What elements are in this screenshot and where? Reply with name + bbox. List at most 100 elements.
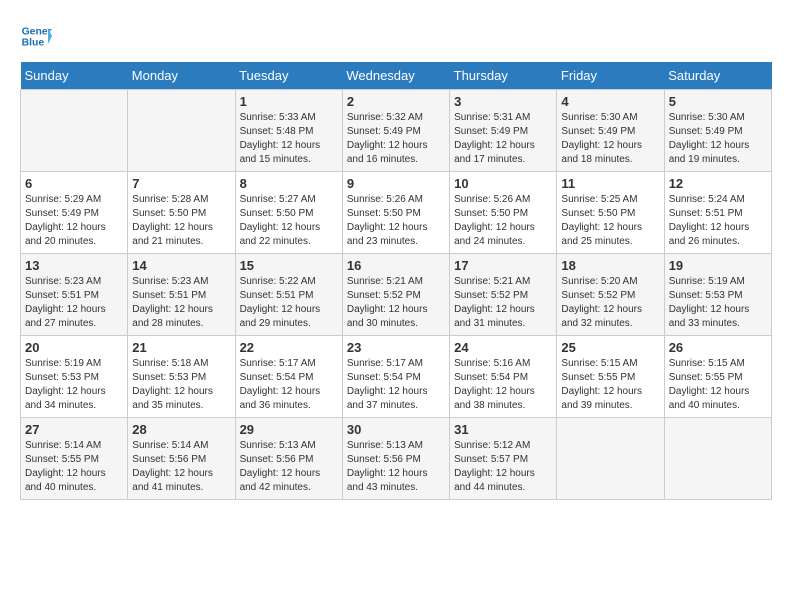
day-number: 9 — [347, 176, 445, 191]
day-number: 30 — [347, 422, 445, 437]
day-number: 21 — [132, 340, 230, 355]
calendar-cell: 1 Sunrise: 5:33 AM Sunset: 5:48 PM Daylig… — [235, 90, 342, 172]
day-info: Sunrise: 5:26 AM Sunset: 5:50 PM Dayligh… — [347, 193, 445, 249]
day-info: Sunrise: 5:23 AM Sunset: 5:51 PM Dayligh… — [25, 275, 123, 331]
day-number: 25 — [561, 340, 659, 355]
calendar-cell — [557, 418, 664, 500]
day-number: 5 — [669, 94, 767, 109]
calendar-cell: 28Sunrise: 5:14 AM Sunset: 5:56 PM Dayli… — [128, 418, 235, 500]
weekday-header-thursday: Thursday — [450, 62, 557, 90]
weekday-header-tuesday: Tuesday — [235, 62, 342, 90]
calendar-cell: 23Sunrise: 5:17 AM Sunset: 5:54 PM Dayli… — [342, 336, 449, 418]
svg-text:General: General — [22, 26, 52, 37]
day-info: Sunrise: 5:21 AM Sunset: 5:52 PM Dayligh… — [454, 275, 552, 331]
day-info: Sunrise: 5:31 AM Sunset: 5:49 PM Dayligh… — [454, 111, 552, 167]
day-number: 14 — [132, 258, 230, 273]
day-number: 15 — [240, 258, 338, 273]
day-info: Sunrise: 5:26 AM Sunset: 5:50 PM Dayligh… — [454, 193, 552, 249]
day-number: 10 — [454, 176, 552, 191]
day-number: 6 — [25, 176, 123, 191]
day-number: 4 — [561, 94, 659, 109]
svg-text:Blue: Blue — [22, 38, 45, 49]
day-number: 16 — [347, 258, 445, 273]
day-info: Sunrise: 5:25 AM Sunset: 5:50 PM Dayligh… — [561, 193, 659, 249]
day-info: Sunrise: 5:30 AM Sunset: 5:49 PM Dayligh… — [669, 111, 767, 167]
day-number: 24 — [454, 340, 552, 355]
day-info: Sunrise: 5:20 AM Sunset: 5:52 PM Dayligh… — [561, 275, 659, 331]
day-number: 7 — [132, 176, 230, 191]
day-number: 22 — [240, 340, 338, 355]
weekday-header-monday: Monday — [128, 62, 235, 90]
calendar-cell: 26 Sunrise: 5:15 AM Sunset: 5:55 PM Dayli… — [664, 336, 771, 418]
day-info: Sunrise: 5:32 AM Sunset: 5:49 PM Dayligh… — [347, 111, 445, 167]
day-number: 27 — [25, 422, 123, 437]
day-info: Sunrise: 5:27 AM Sunset: 5:50 PM Dayligh… — [240, 193, 338, 249]
calendar-cell: 25 Sunrise: 5:15 AM Sunset: 5:55 PM Dayli… — [557, 336, 664, 418]
calendar-week-3: 13Sunrise: 5:23 AM Sunset: 5:51 PM Dayli… — [21, 254, 772, 336]
calendar-cell: 14 Sunrise: 5:23 AM Sunset: 5:51 PM Dayli… — [128, 254, 235, 336]
calendar-week-5: 27 Sunrise: 5:14 AM Sunset: 5:55 PM Dayli… — [21, 418, 772, 500]
calendar-cell: 29Sunrise: 5:13 AM Sunset: 5:56 PM Dayli… — [235, 418, 342, 500]
logo-icon: General Blue — [20, 20, 52, 52]
day-number: 28 — [132, 422, 230, 437]
calendar-cell: 16 Sunrise: 5:21 AM Sunset: 5:52 PM Dayli… — [342, 254, 449, 336]
day-info: Sunrise: 5:15 AM Sunset: 5:55 PM Dayligh… — [669, 357, 767, 413]
day-number: 12 — [669, 176, 767, 191]
day-info: Sunrise: 5:28 AM Sunset: 5:50 PM Dayligh… — [132, 193, 230, 249]
day-info: Sunrise: 5:22 AM Sunset: 5:51 PM Dayligh… — [240, 275, 338, 331]
day-number: 26 — [669, 340, 767, 355]
day-number: 11 — [561, 176, 659, 191]
calendar-cell: 7 Sunrise: 5:28 AM Sunset: 5:50 PM Daylig… — [128, 172, 235, 254]
calendar-cell: 17 Sunrise: 5:21 AM Sunset: 5:52 PM Dayli… — [450, 254, 557, 336]
calendar-week-2: 6 Sunrise: 5:29 AM Sunset: 5:49 PM Daylig… — [21, 172, 772, 254]
calendar-cell: 24 Sunrise: 5:16 AM Sunset: 5:54 PM Dayli… — [450, 336, 557, 418]
day-number: 2 — [347, 94, 445, 109]
calendar-cell: 30 Sunrise: 5:13 AM Sunset: 5:56 PM Dayli… — [342, 418, 449, 500]
day-number: 18 — [561, 258, 659, 273]
day-info: Sunrise: 5:16 AM Sunset: 5:54 PM Dayligh… — [454, 357, 552, 413]
day-info: Sunrise: 5:12 AM Sunset: 5:57 PM Dayligh… — [454, 439, 552, 495]
calendar-cell — [664, 418, 771, 500]
day-number: 31 — [454, 422, 552, 437]
day-info: Sunrise: 5:21 AM Sunset: 5:52 PM Dayligh… — [347, 275, 445, 331]
day-info: Sunrise: 5:13 AM Sunset: 5:56 PM Dayligh… — [347, 439, 445, 495]
calendar-cell: 27 Sunrise: 5:14 AM Sunset: 5:55 PM Dayli… — [21, 418, 128, 500]
calendar-cell: 12 Sunrise: 5:24 AM Sunset: 5:51 PM Dayli… — [664, 172, 771, 254]
calendar-week-1: 1 Sunrise: 5:33 AM Sunset: 5:48 PM Daylig… — [21, 90, 772, 172]
day-info: Sunrise: 5:23 AM Sunset: 5:51 PM Dayligh… — [132, 275, 230, 331]
calendar-cell: 4 Sunrise: 5:30 AM Sunset: 5:49 PM Daylig… — [557, 90, 664, 172]
calendar-cell: 5 Sunrise: 5:30 AM Sunset: 5:49 PM Daylig… — [664, 90, 771, 172]
calendar-cell: 9 Sunrise: 5:26 AM Sunset: 5:50 PM Daylig… — [342, 172, 449, 254]
logo: General Blue — [20, 20, 56, 52]
weekday-header-sunday: Sunday — [21, 62, 128, 90]
calendar-cell: 2 Sunrise: 5:32 AM Sunset: 5:49 PM Daylig… — [342, 90, 449, 172]
calendar-cell — [21, 90, 128, 172]
calendar-cell: 19 Sunrise: 5:19 AM Sunset: 5:53 PM Dayli… — [664, 254, 771, 336]
day-info: Sunrise: 5:14 AM Sunset: 5:55 PM Dayligh… — [25, 439, 123, 495]
weekday-header-wednesday: Wednesday — [342, 62, 449, 90]
calendar-table: SundayMondayTuesdayWednesdayThursdayFrid… — [20, 62, 772, 500]
calendar-cell: 3Sunrise: 5:31 AM Sunset: 5:49 PM Daylig… — [450, 90, 557, 172]
calendar-cell: 21Sunrise: 5:18 AM Sunset: 5:53 PM Dayli… — [128, 336, 235, 418]
day-number: 19 — [669, 258, 767, 273]
weekday-header-saturday: Saturday — [664, 62, 771, 90]
day-info: Sunrise: 5:24 AM Sunset: 5:51 PM Dayligh… — [669, 193, 767, 249]
day-info: Sunrise: 5:15 AM Sunset: 5:55 PM Dayligh… — [561, 357, 659, 413]
day-info: Sunrise: 5:33 AM Sunset: 5:48 PM Dayligh… — [240, 111, 338, 167]
calendar-cell: 8 Sunrise: 5:27 AM Sunset: 5:50 PM Daylig… — [235, 172, 342, 254]
day-info: Sunrise: 5:17 AM Sunset: 5:54 PM Dayligh… — [347, 357, 445, 413]
day-info: Sunrise: 5:30 AM Sunset: 5:49 PM Dayligh… — [561, 111, 659, 167]
day-info: Sunrise: 5:13 AM Sunset: 5:56 PM Dayligh… — [240, 439, 338, 495]
weekday-header-friday: Friday — [557, 62, 664, 90]
calendar-cell: 31 Sunrise: 5:12 AM Sunset: 5:57 PM Dayli… — [450, 418, 557, 500]
day-number: 17 — [454, 258, 552, 273]
calendar-cell: 13Sunrise: 5:23 AM Sunset: 5:51 PM Dayli… — [21, 254, 128, 336]
calendar-cell: 22Sunrise: 5:17 AM Sunset: 5:54 PM Dayli… — [235, 336, 342, 418]
calendar-header-row: SundayMondayTuesdayWednesdayThursdayFrid… — [21, 62, 772, 90]
day-number: 8 — [240, 176, 338, 191]
day-info: Sunrise: 5:19 AM Sunset: 5:53 PM Dayligh… — [25, 357, 123, 413]
day-number: 1 — [240, 94, 338, 109]
day-info: Sunrise: 5:29 AM Sunset: 5:49 PM Dayligh… — [25, 193, 123, 249]
day-info: Sunrise: 5:19 AM Sunset: 5:53 PM Dayligh… — [669, 275, 767, 331]
calendar-cell: 15 Sunrise: 5:22 AM Sunset: 5:51 PM Dayli… — [235, 254, 342, 336]
